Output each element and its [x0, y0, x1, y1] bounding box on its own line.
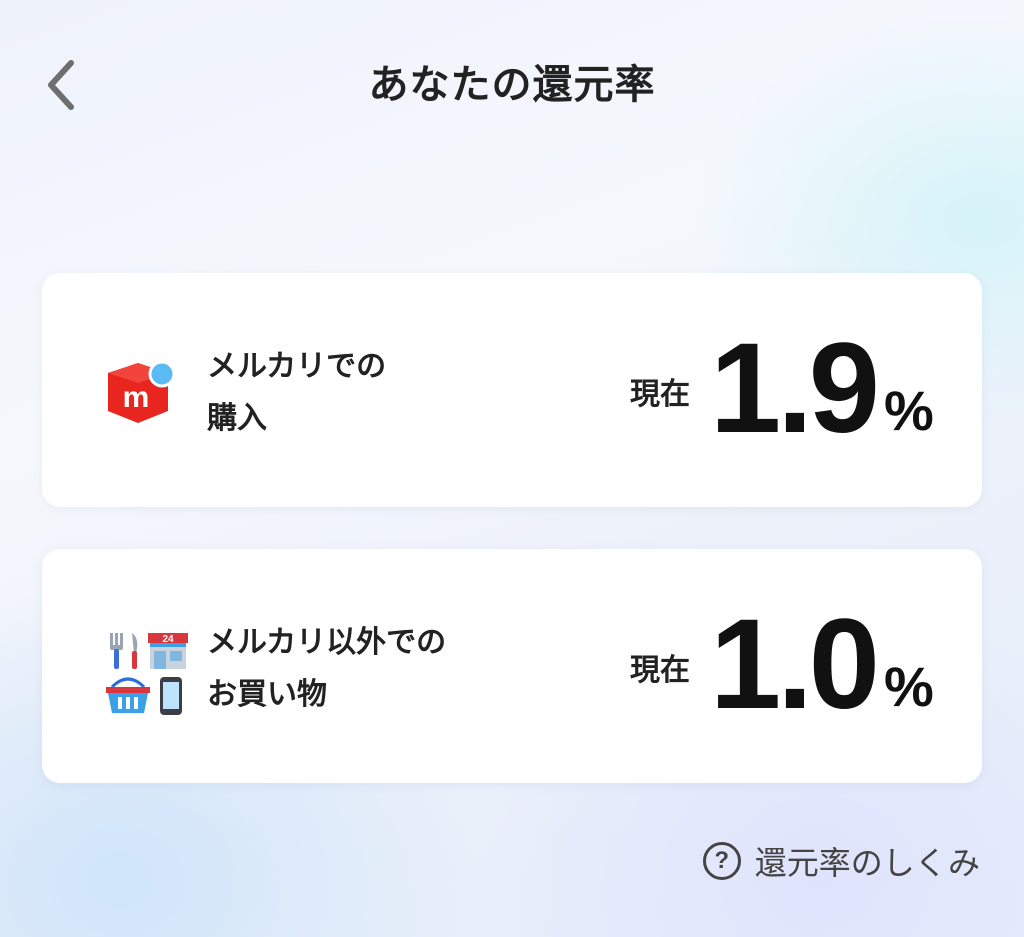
rate-prefix: 現在: [630, 377, 690, 412]
cutlery-icon: [110, 633, 138, 669]
mercari-logo-icon: m: [102, 353, 182, 433]
rate-prefix: 現在: [630, 653, 690, 688]
card-label-line1: メルカリ以外での: [207, 625, 447, 660]
rate-unit: %: [884, 379, 934, 442]
shopping-basket-icon: [106, 677, 150, 713]
shopping-category-icons: 24: [102, 629, 188, 715]
card-label-line1: メルカリでの: [207, 349, 387, 384]
help-label: 還元率のしくみ: [754, 844, 980, 882]
rate-explanation-link[interactable]: ? 還元率のしくみ: [702, 838, 980, 884]
card-label: メルカリ以外での お買い物: [207, 617, 446, 721]
external-purchase-rate-card: 24 メルカリ以外での お買い物 現在 1.0 %: [42, 549, 982, 783]
rate-unit: %: [884, 655, 934, 718]
question-circle-icon: ?: [702, 842, 741, 880]
rate-value: 1.9: [710, 317, 880, 460]
header-bar: あなたの還元率: [0, 0, 1024, 170]
rate-value: 1.0: [710, 593, 880, 736]
card-label-line2: 購入: [207, 401, 267, 436]
mercari-purchase-rate-card: m メルカリでの 購入 現在 1.9 %: [42, 273, 982, 507]
page-title: あなたの還元率: [368, 62, 656, 108]
convenience-store-icon: 24: [148, 633, 188, 669]
card-label-line2: お買い物: [207, 677, 327, 712]
card-label: メルカリでの 購入: [207, 341, 386, 445]
smartphone-icon: [160, 677, 182, 715]
svg-text:m: m: [123, 381, 150, 414]
